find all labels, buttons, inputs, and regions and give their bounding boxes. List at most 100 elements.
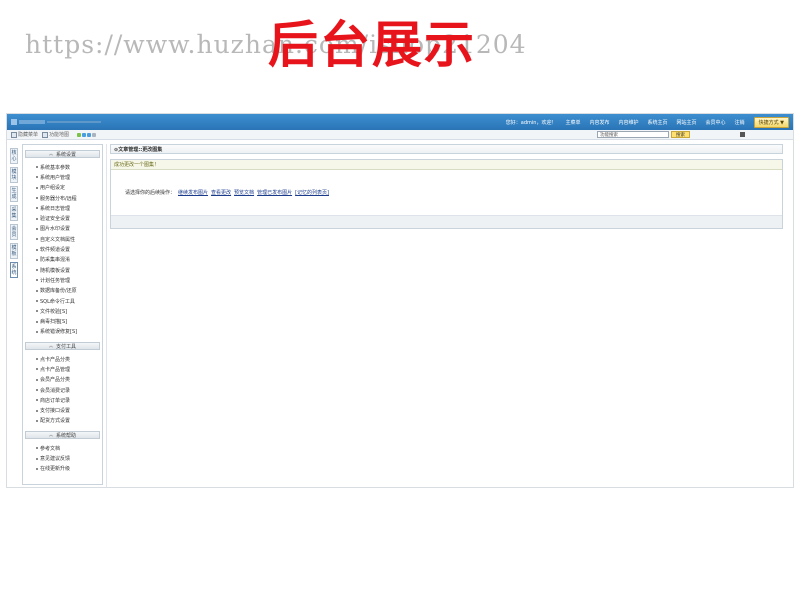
vertical-tabs: 核心 模块 生成 采集 会员 模板 系统 xyxy=(10,148,19,281)
bullet-icon xyxy=(36,258,38,261)
chevron-up-icon: ︽ xyxy=(48,432,53,438)
sidebar-item[interactable]: 随机模板设置 xyxy=(25,265,100,275)
admin-window: 您好：admin，欢迎！ 主菜单 内容发布 内容维护 系统主页 网站主页 会员中… xyxy=(6,113,794,488)
sidebar-item[interactable]: 软件频道设置 xyxy=(25,244,100,254)
sidebar-item-label: 服务器分布/远程 xyxy=(40,195,77,202)
sidebar-item-label: 支付接口设置 xyxy=(40,408,71,415)
sidebar-item[interactable]: SQL命令行工具 xyxy=(25,296,100,306)
main-content: ⊙文章管理::更改图集 成功更改一个图集！ 请选择你的后续操作： 继续发布图片 … xyxy=(110,144,783,229)
sidebar-item-label: 系统基本参数 xyxy=(40,164,71,171)
nav-site-home[interactable]: 网站主页 xyxy=(677,119,697,126)
sidebar-item-label: 会员产品分类 xyxy=(40,377,71,384)
quick-menu-button[interactable]: 快捷方式 ▼ xyxy=(753,116,789,128)
sidebar-item[interactable]: 参考文档 xyxy=(25,443,100,453)
group-system-settings[interactable]: ︽ 系统设置 xyxy=(25,150,100,158)
group-payment-tools[interactable]: ︽ 支付工具 xyxy=(25,342,100,351)
splitter[interactable] xyxy=(106,144,107,487)
bullet-icon xyxy=(36,389,38,392)
nav-publish[interactable]: 内容发布 xyxy=(589,119,609,126)
nav-maintain[interactable]: 内容维护 xyxy=(618,119,638,126)
sidebar-item[interactable]: 系统用户管理 xyxy=(25,172,100,182)
nav-system-home[interactable]: 系统主页 xyxy=(648,119,668,126)
group-system-help[interactable]: ︽ 系统帮助 xyxy=(25,431,100,440)
greeting: 您好：admin，欢迎！ xyxy=(505,119,557,126)
preview-doc-link[interactable]: 预览文档 xyxy=(234,189,254,196)
tab-core[interactable]: 核心 xyxy=(10,148,18,164)
skin-gray-icon[interactable] xyxy=(92,132,97,137)
sidebar-item-label: 会员消费记录 xyxy=(40,387,71,394)
skin-blue2-icon[interactable] xyxy=(87,132,92,137)
logo xyxy=(11,118,103,126)
toolbar: 隐藏菜单 功能地图 搜索 xyxy=(7,130,793,140)
sidebar-item[interactable]: 用户组设定 xyxy=(25,183,100,193)
sidebar-item[interactable]: 病毒扫描[S] xyxy=(25,316,100,326)
bullet-icon xyxy=(36,197,38,200)
bullet-icon xyxy=(36,186,38,189)
banner: https://www.huzhan.com/ishop21204 后台展示 xyxy=(0,0,800,110)
sidebar-item-label: 意见建议反馈 xyxy=(40,456,71,463)
sidebar-item-label: 商店订单记录 xyxy=(40,397,71,404)
bullet-icon xyxy=(36,320,38,323)
sidebar-item[interactable]: 系统错误修复[S] xyxy=(25,327,100,337)
hide-menu-button[interactable]: 隐藏菜单 xyxy=(11,131,38,138)
skin-green-icon[interactable] xyxy=(77,132,82,137)
search-button[interactable]: 搜索 xyxy=(671,131,690,138)
tab-collect[interactable]: 采集 xyxy=(10,205,18,221)
sidebar-item[interactable]: 意见建议反馈 xyxy=(25,453,100,463)
sidebar-item[interactable]: 系统基本参数 xyxy=(25,162,100,172)
top-bar: 您好：admin，欢迎！ 主菜单 内容发布 内容维护 系统主页 网站主页 会员中… xyxy=(7,114,793,130)
tab-module[interactable]: 模块 xyxy=(10,167,18,183)
sidebar-item-label: 系统日志管理 xyxy=(40,205,71,212)
nav-logout[interactable]: 注销 xyxy=(735,119,745,126)
sidebar-item[interactable]: 计划任务管理 xyxy=(25,275,100,285)
view-changes-link[interactable]: 查看更改 xyxy=(211,189,231,196)
bullet-icon xyxy=(36,269,38,272)
print-icon[interactable] xyxy=(740,132,745,137)
remembered-list-link[interactable]: [记忆的列表页] xyxy=(295,189,329,196)
tab-member[interactable]: 会员 xyxy=(10,224,18,240)
sidebar-item[interactable]: 文件校验[S] xyxy=(25,306,100,316)
hide-menu-label: 隐藏菜单 xyxy=(18,132,39,138)
sidebar-item[interactable]: 在线更新升级 xyxy=(25,464,100,474)
sidebar-item[interactable]: 会员消费记录 xyxy=(25,385,100,395)
continue-publish-link[interactable]: 继续发布图片 xyxy=(178,189,208,196)
logo-icon xyxy=(11,119,101,125)
skin-blue-icon[interactable] xyxy=(82,132,87,137)
map-icon xyxy=(42,131,49,138)
bullet-icon xyxy=(36,409,38,412)
sidebar-item[interactable]: 系统日志管理 xyxy=(25,203,100,213)
search-input[interactable] xyxy=(597,131,669,138)
sidebar-item-label: 图片水印设置 xyxy=(40,226,71,233)
sidebar-item[interactable]: 点卡产品分类 xyxy=(25,354,100,364)
bullet-icon xyxy=(36,300,38,302)
sidebar-item[interactable]: 会员产品分类 xyxy=(25,375,100,385)
sidebar-item-label: 系统用户管理 xyxy=(40,174,71,181)
function-map-button[interactable]: 功能地图 xyxy=(42,131,69,138)
group-title: 系统帮助 xyxy=(55,432,76,439)
nav-main-menu[interactable]: 主菜单 xyxy=(565,119,580,126)
sidebar-item-label: 数据库备份/还原 xyxy=(40,288,77,295)
sidebar-item[interactable]: 配货方式设置 xyxy=(25,416,100,426)
manage-images-link[interactable]: 管理已发布图片 xyxy=(257,189,292,196)
sidebar-item-label: 防采集串混淆 xyxy=(40,257,71,264)
sidebar-item-label: 系统错误修复[S] xyxy=(40,329,78,336)
sidebar-item[interactable]: 自定义文档属性 xyxy=(25,234,100,244)
sidebar-item[interactable]: 数据库备份/还原 xyxy=(25,286,100,296)
tab-template[interactable]: 模板 xyxy=(10,243,18,259)
sidebar-item[interactable]: 验证安全设置 xyxy=(25,213,100,223)
bullet-icon xyxy=(36,176,38,179)
sidebar-item[interactable]: 支付接口设置 xyxy=(25,406,100,416)
sidebar-item-label: 计划任务管理 xyxy=(40,277,71,284)
followup-actions: 请选择你的后续操作： 继续发布图片 查看更改 预览文档 管理已发布图片 [记忆的… xyxy=(111,170,782,216)
chevron-up-icon: ︽ xyxy=(48,343,53,349)
tab-generate[interactable]: 生成 xyxy=(10,186,18,202)
sidebar-item-label: 点卡产品管理 xyxy=(40,366,71,373)
bullet-icon xyxy=(36,378,38,381)
sidebar-item[interactable]: 点卡产品管理 xyxy=(25,364,100,374)
sidebar-item[interactable]: 服务器分布/远程 xyxy=(25,193,100,203)
tab-system[interactable]: 系统 xyxy=(10,262,18,278)
sidebar-item[interactable]: 图片水印设置 xyxy=(25,224,100,234)
sidebar-item[interactable]: 商店订单记录 xyxy=(25,395,100,405)
sidebar-item[interactable]: 防采集串混淆 xyxy=(25,255,100,265)
nav-member-center[interactable]: 会员中心 xyxy=(706,119,726,126)
